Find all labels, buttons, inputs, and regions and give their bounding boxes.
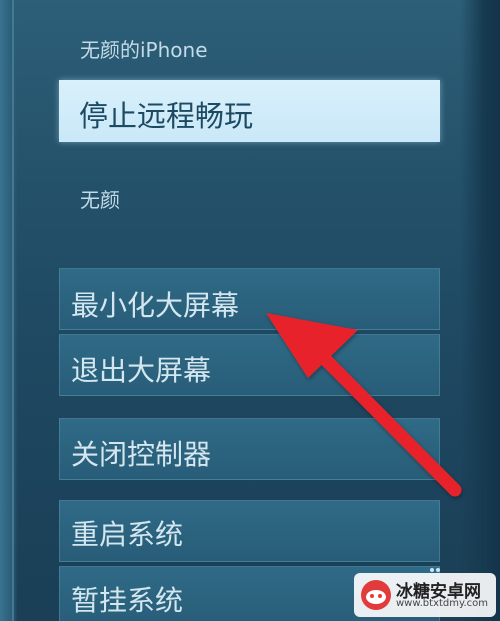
steam-big-picture-power-menu: 无颜的iPhone 停止远程畅玩 无颜 最小化大屏幕 退出大屏幕 关闭控制器 重… xyxy=(0,0,500,621)
close-controller-button[interactable]: 关闭控制器 xyxy=(59,418,440,480)
user-name-label: 无颜 xyxy=(80,188,120,212)
restart-system-button[interactable]: 重启系统 xyxy=(59,500,440,562)
device-name-label: 无颜的iPhone xyxy=(80,38,208,62)
suspend-system-label: 暂挂系统 xyxy=(71,584,184,617)
stop-remote-play-button[interactable]: 停止远程畅玩 xyxy=(59,80,440,142)
restart-system-label: 重启系统 xyxy=(71,518,184,551)
stop-remote-play-label: 停止远程畅玩 xyxy=(79,99,254,133)
minimize-big-picture-label: 最小化大屏幕 xyxy=(71,289,240,322)
close-controller-label: 关闭控制器 xyxy=(71,438,212,471)
right-panel-shadow xyxy=(460,0,500,621)
exit-big-picture-label: 退出大屏幕 xyxy=(71,354,212,387)
watermark-url: www.btxtdmy.com xyxy=(396,598,489,609)
exit-big-picture-button[interactable]: 退出大屏幕 xyxy=(59,334,440,396)
left-panel-divider xyxy=(12,0,14,621)
site-watermark: 冰糖安卓网 www.btxtdmy.com xyxy=(354,573,496,617)
left-panel-edge xyxy=(0,0,18,621)
minimize-big-picture-button[interactable]: 最小化大屏幕 xyxy=(59,268,440,330)
watermark-logo-icon xyxy=(361,580,391,610)
